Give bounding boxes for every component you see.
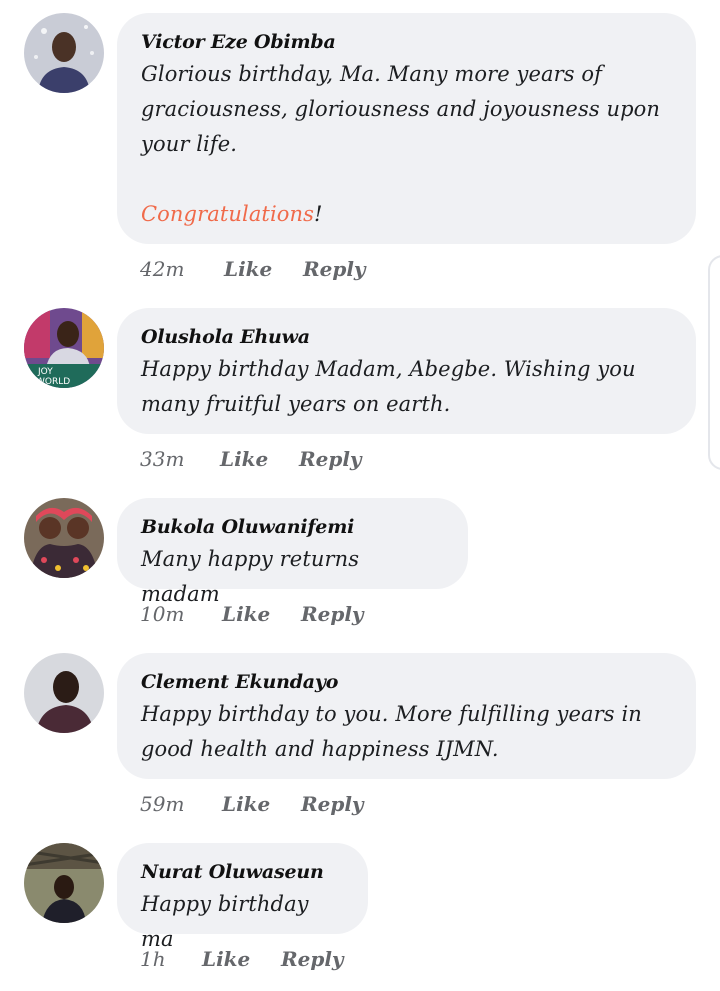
comment-actions: 42m Like Reply xyxy=(140,254,400,284)
like-button[interactable]: Like xyxy=(220,444,268,474)
comment-author[interactable]: Olushola Ehuwa xyxy=(141,322,672,352)
comment-bubble: Olushola Ehuwa Happy birthday Madam, Abe… xyxy=(117,308,696,434)
comment-time: 33m xyxy=(140,447,185,471)
comment-actions: 59m Like Reply xyxy=(140,789,400,819)
comment-author[interactable]: Nurat Oluwaseun xyxy=(141,857,344,887)
comment-actions: 10m Like Reply xyxy=(140,599,400,629)
comment-time: 42m xyxy=(140,257,185,281)
comment-author[interactable]: Bukola Oluwanifemi xyxy=(141,512,444,542)
comment-text: Glorious birthday, Ma. Many more years o… xyxy=(141,57,672,232)
comment-bubble: Bukola Oluwanifemi Many happy returns ma… xyxy=(117,498,468,606)
side-drawer-handle[interactable] xyxy=(708,255,720,470)
reply-button[interactable]: Reply xyxy=(281,944,344,974)
avatar[interactable] xyxy=(24,843,104,923)
comment-author[interactable]: Victor Eze Obimba xyxy=(141,27,672,57)
comment-time: 1h xyxy=(140,947,166,971)
comment-text-main: Glorious birthday, Ma. Many more years o… xyxy=(141,62,661,156)
comment-bubble: Clement Ekundayo Happy birthday to you. … xyxy=(117,653,696,779)
comment-bubble: Nurat Oluwaseun Happy birthday ma xyxy=(117,843,368,951)
comment-author[interactable]: Clement Ekundayo xyxy=(141,667,672,697)
avatar[interactable]: JOY WORLD xyxy=(24,308,104,388)
like-button[interactable]: Like xyxy=(222,789,270,819)
comment-text: Happy birthday Madam, Abegbe. Wishing yo… xyxy=(141,357,636,416)
comment-suffix: ! xyxy=(314,202,323,226)
comment-actions: 33m Like Reply xyxy=(140,444,400,474)
comment-time: 10m xyxy=(140,602,185,626)
avatar-caption-2: WORLD xyxy=(36,377,70,387)
avatar[interactable] xyxy=(24,13,104,93)
like-button[interactable]: Like xyxy=(224,254,272,284)
avatar[interactable] xyxy=(24,653,104,733)
like-button[interactable]: Like xyxy=(202,944,250,974)
comment-time: 59m xyxy=(140,792,185,816)
reply-button[interactable]: Reply xyxy=(301,599,364,629)
avatar-photo: JOY WORLD xyxy=(24,308,104,388)
avatar[interactable] xyxy=(24,498,104,578)
comment-bubble: Victor Eze Obimba Glorious birthday, Ma.… xyxy=(117,13,696,244)
reply-button[interactable]: Reply xyxy=(303,254,366,284)
avatar-caption-1: JOY xyxy=(37,367,53,377)
comment-actions: 1h Like Reply xyxy=(140,944,400,974)
reply-button[interactable]: Reply xyxy=(301,789,364,819)
avatar-photo xyxy=(24,13,104,93)
comment-highlight: Congratulations xyxy=(141,202,315,226)
avatar-photo xyxy=(24,653,104,733)
comment-text: Happy birthday to you. More fulfilling y… xyxy=(141,702,642,761)
like-button[interactable]: Like xyxy=(222,599,270,629)
avatar-photo xyxy=(24,843,104,923)
avatar-photo xyxy=(24,498,104,578)
reply-button[interactable]: Reply xyxy=(299,444,362,474)
